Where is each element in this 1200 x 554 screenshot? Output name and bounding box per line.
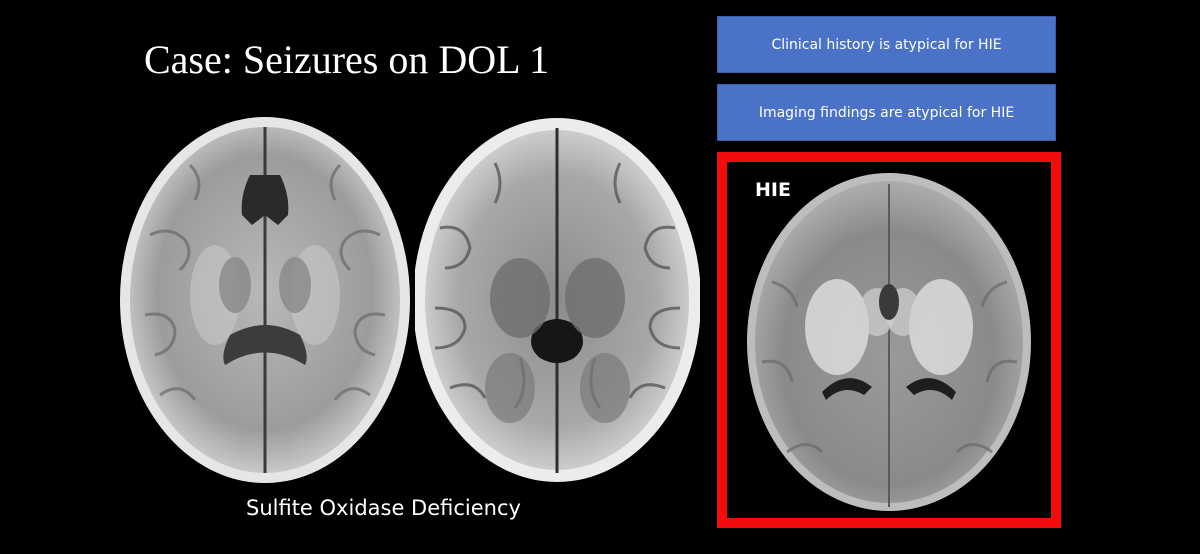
option-clinical-history-button[interactable]: Clinical history is atypical for HIE: [717, 16, 1056, 73]
slide: Case: Seizures on DOL 1 Sulfite Oxidase …: [0, 0, 1200, 554]
mri-scan-middle: [415, 118, 700, 482]
slide-title: Case: Seizures on DOL 1: [144, 37, 550, 82]
option-label: Clinical history is atypical for HIE: [771, 36, 1002, 53]
mri-scan-left: [120, 117, 410, 483]
option-label: Imaging findings are atypical for HIE: [758, 104, 1015, 121]
scan-caption: Sulfite Oxidase Deficiency: [246, 496, 521, 520]
hie-answer-box[interactable]: HIE: [717, 152, 1061, 528]
option-imaging-findings-button[interactable]: Imaging findings are atypical for HIE: [717, 84, 1056, 141]
mri-scan-hie: [747, 173, 1031, 511]
hie-label: HIE: [755, 179, 791, 201]
